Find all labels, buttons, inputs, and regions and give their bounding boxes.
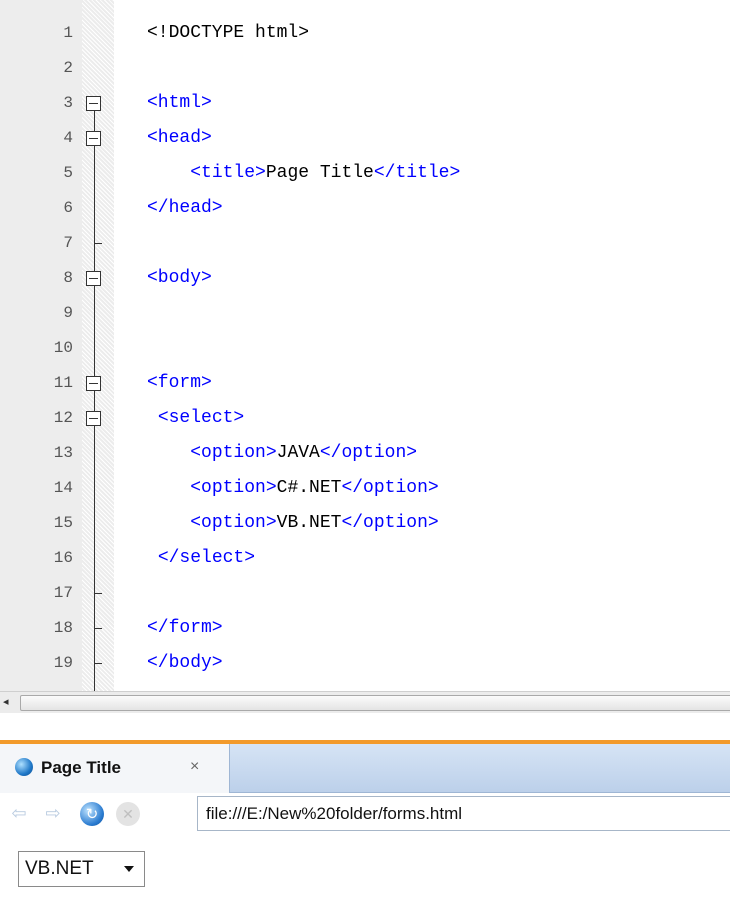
code-tag: <body>: [147, 268, 212, 288]
line-number: 4: [63, 129, 73, 147]
chevron-down-icon[interactable]: [124, 866, 134, 872]
address-bar[interactable]: file:///E:/New%20folder/forms.html: [197, 796, 730, 831]
line-number: 6: [63, 199, 73, 217]
code-text: JAVA: [276, 443, 320, 463]
close-icon[interactable]: ×: [190, 758, 199, 776]
url-text[interactable]: file:///E:/New%20folder/forms.html: [206, 804, 462, 824]
code-tag: <head>: [147, 128, 212, 148]
fold-end-marker: [94, 243, 102, 244]
tab-title: Page Title: [41, 758, 121, 777]
code-line[interactable]: <select>: [147, 401, 244, 436]
code-tag: <html>: [147, 93, 212, 113]
browser-window: Page Title × ⇦ ⇨ ↻ ✕ file:///E:/New%20fo…: [0, 713, 730, 907]
code-tag: <option>: [190, 478, 277, 498]
back-arrow-icon[interactable]: ⇦: [8, 802, 30, 824]
line-number: 11: [53, 374, 73, 392]
line-number: 3: [63, 94, 73, 112]
browser-globe-icon: [15, 758, 33, 776]
code-line[interactable]: <option>VB.NET</option>: [147, 506, 439, 541]
code-line[interactable]: </body>: [147, 646, 223, 681]
tab-page-title[interactable]: Page Title ×: [0, 744, 230, 793]
code-tag: </head>: [147, 198, 223, 218]
code-line[interactable]: <body>: [147, 261, 212, 296]
code-tag: <select>: [157, 408, 245, 428]
code-line[interactable]: <html>: [147, 86, 212, 121]
code-tag: <title>: [190, 163, 266, 183]
navigation-bar: ⇦ ⇨ ↻ ✕ file:///E:/New%20folder/forms.ht…: [0, 793, 730, 835]
code-line[interactable]: </select>: [147, 541, 255, 576]
code-tag: </option>: [341, 513, 439, 533]
code-line[interactable]: <head>: [147, 121, 212, 156]
line-number: 8: [63, 269, 73, 287]
line-number: 12: [53, 409, 73, 427]
code-tag: </option>: [341, 478, 439, 498]
line-number: 5: [63, 164, 73, 182]
code-tag: <option>: [190, 443, 277, 463]
fold-collapse-icon[interactable]: [86, 411, 101, 426]
code-line[interactable]: </head>: [147, 191, 223, 226]
fold-end-marker: [94, 593, 102, 594]
code-text: VB.NET: [276, 513, 342, 533]
code-text: <!DOCTYPE html>: [147, 23, 310, 43]
code-tag: <form>: [147, 373, 212, 393]
horizontal-scrollbar[interactable]: ◂: [0, 691, 730, 713]
line-number: 18: [53, 619, 73, 637]
tab-strip: Page Title ×: [0, 744, 730, 793]
code-tag: <option>: [190, 513, 277, 533]
code-tag: </select>: [157, 548, 256, 568]
code-tag: </title>: [373, 163, 461, 183]
code-line[interactable]: <option>JAVA</option>: [147, 436, 417, 471]
code-line[interactable]: </form>: [147, 611, 223, 646]
code-editor[interactable]: 1 2 3 4 5 6 7 8 9 10 11 12 13 14 15 16 17 18 19 <!DOCTYPE …: [0, 0, 730, 691]
select-value: VB.NET: [25, 858, 94, 879]
forward-arrow-icon[interactable]: ⇨: [42, 802, 64, 824]
code-text: C#.NET: [276, 478, 342, 498]
fold-guide: [94, 103, 95, 691]
fold-collapse-icon[interactable]: [86, 376, 101, 391]
line-number: 15: [53, 514, 73, 532]
line-number: 19: [53, 654, 73, 672]
code-tag: </body>: [147, 653, 223, 673]
language-select[interactable]: VB.NET: [18, 851, 145, 887]
stop-icon[interactable]: ✕: [116, 802, 140, 826]
code-tag: </form>: [147, 618, 223, 638]
fold-collapse-icon[interactable]: [86, 131, 101, 146]
line-number: 13: [53, 444, 73, 462]
fold-end-marker: [94, 628, 102, 629]
arrow-left-icon[interactable]: ◂: [3, 695, 9, 709]
line-number: 17: [53, 584, 73, 602]
line-number: 2: [63, 59, 73, 77]
reload-icon[interactable]: ↻: [80, 802, 104, 826]
line-number: 10: [53, 339, 73, 357]
line-number: 14: [53, 479, 73, 497]
code-tag: </option>: [319, 443, 418, 463]
code-text: Page Title: [265, 163, 374, 183]
code-line[interactable]: <form>: [147, 366, 212, 401]
code-line[interactable]: <!DOCTYPE html>: [147, 16, 309, 51]
scrollbar-thumb[interactable]: [20, 695, 730, 711]
line-number: 1: [63, 24, 73, 42]
line-number: 16: [53, 549, 73, 567]
fold-collapse-icon[interactable]: [86, 96, 101, 111]
line-number: 9: [63, 304, 73, 322]
code-line[interactable]: <option>C#.NET</option>: [147, 471, 439, 506]
fold-collapse-icon[interactable]: [86, 271, 101, 286]
code-line[interactable]: <title>Page Title</title>: [147, 156, 460, 191]
fold-end-marker: [94, 663, 102, 664]
line-number: 7: [63, 234, 73, 252]
